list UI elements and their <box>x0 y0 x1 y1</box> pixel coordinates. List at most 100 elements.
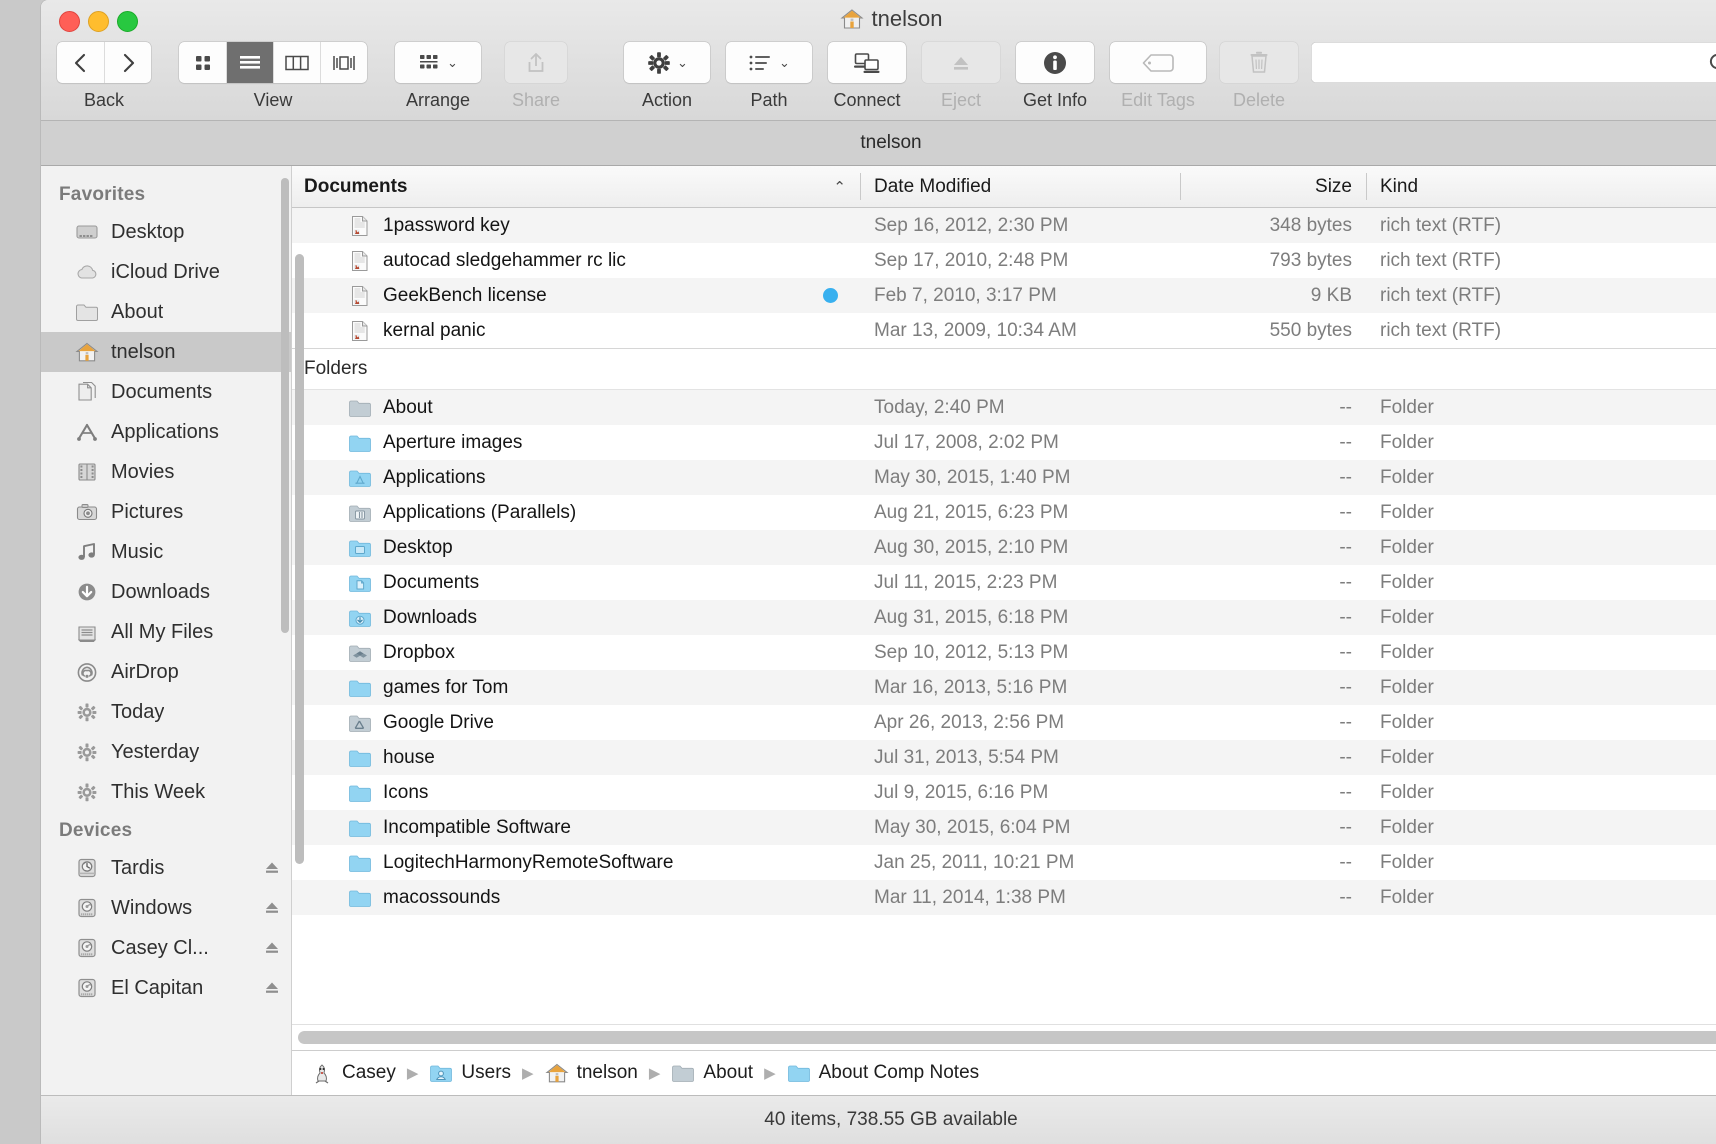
table-row[interactable]: Desktop Aug 30, 2015, 2:10 PM -- Folder <box>292 530 1716 565</box>
breadcrumb-users[interactable]: Users <box>429 1062 511 1084</box>
get-info-button[interactable] <box>1016 42 1094 83</box>
column-header-name[interactable]: Documents ⌃ <box>292 166 860 207</box>
file-name-cell: Incompatible Software <box>292 817 860 839</box>
rtf-file-icon <box>348 285 372 307</box>
share-group: Share <box>505 42 567 111</box>
file-list-vertical-scrollbar[interactable] <box>295 254 304 864</box>
table-row[interactable]: Applications (Parallels) Aug 21, 2015, 6:… <box>292 495 1716 530</box>
sidebar-item-windows[interactable]: Windows <box>41 888 291 928</box>
coverflow-view-button[interactable] <box>320 42 367 83</box>
table-row[interactable]: macossounds Mar 11, 2014, 1:38 PM -- Folder <box>292 880 1716 915</box>
sidebar-item-casey-cl[interactable]: Casey Cl... <box>41 928 291 968</box>
column-header-size[interactable]: Size <box>1180 166 1366 207</box>
table-row[interactable]: Icons Jul 9, 2015, 6:16 PM -- Folder <box>292 775 1716 810</box>
eject-icon[interactable] <box>263 939 281 957</box>
size-cell: -- <box>1339 851 1352 873</box>
sidebar-item-downloads[interactable]: Downloads <box>41 572 291 612</box>
getinfo-label: Get Info <box>1022 90 1088 110</box>
breadcrumb-casey[interactable]: Casey <box>310 1062 396 1084</box>
view-mode-segment[interactable] <box>179 42 367 83</box>
tag-icon <box>1141 52 1175 74</box>
eject-icon[interactable] <box>263 899 281 917</box>
date-modified-cell: Mar 11, 2014, 1:38 PM <box>874 886 1066 908</box>
table-row[interactable]: Aperture images Jul 17, 2008, 2:02 PM -- Fo… <box>292 425 1716 460</box>
breadcrumb-label: About Comp Notes <box>818 1062 980 1083</box>
table-row[interactable]: About Today, 2:40 PM -- Folder <box>292 390 1716 425</box>
file-list-panel: Documents ⌃ Date Modified Size Kind 1pas… <box>292 166 1716 1095</box>
table-row[interactable]: autocad sledgehammer rc lic Sep 17, 2010,… <box>292 243 1716 278</box>
table-row[interactable]: Dropbox Sep 10, 2012, 5:13 PM -- Folder <box>292 635 1716 670</box>
table-row[interactable]: Documents Jul 11, 2015, 2:23 PM -- Folder <box>292 565 1716 600</box>
path-button[interactable]: ⌄ <box>726 42 812 83</box>
table-row[interactable]: 1password key Sep 16, 2012, 2:30 PM 348 by… <box>292 208 1716 243</box>
delete-button[interactable] <box>1220 42 1298 83</box>
table-row[interactable]: Incompatible Software May 30, 2015, 6:04 … <box>292 810 1716 845</box>
file-list-scroll-area[interactable]: 1password key Sep 16, 2012, 2:30 PM 348 by… <box>292 208 1716 1024</box>
breadcrumb-tnelson[interactable]: tnelson <box>545 1062 638 1084</box>
file-list-horizontal-scrollbar[interactable] <box>298 1031 1716 1044</box>
table-row[interactable]: Applications May 30, 2015, 1:40 PM -- Folde… <box>292 460 1716 495</box>
breadcrumb-about[interactable]: About <box>671 1062 753 1084</box>
connect-button[interactable] <box>828 42 906 83</box>
list-view-button[interactable] <box>226 42 273 83</box>
folder-gray-icon <box>348 397 372 419</box>
search-field[interactable] <box>1311 42 1716 83</box>
sidebar-item-today[interactable]: Today <box>41 692 291 732</box>
table-row[interactable]: kernal panic Mar 13, 2009, 10:34 AM 550 by… <box>292 313 1716 348</box>
column-header-kind[interactable]: Kind <box>1366 166 1716 207</box>
file-name-text: 1password key <box>383 214 510 236</box>
eject-icon[interactable] <box>263 979 281 997</box>
column-view-button[interactable] <box>273 42 320 83</box>
breadcrumb-label: Casey <box>342 1062 396 1083</box>
sidebar-item-music[interactable]: Music <box>41 532 291 572</box>
arrange-button[interactable]: ⌄ <box>395 42 481 83</box>
icon-view-button[interactable] <box>179 42 226 83</box>
table-row[interactable]: games for Tom Mar 16, 2013, 5:16 PM -- Fold… <box>292 670 1716 705</box>
action-button[interactable]: ⌄ <box>624 42 710 83</box>
date-modified-cell: Aug 21, 2015, 6:23 PM <box>874 501 1069 523</box>
sidebar-item-pictures[interactable]: Pictures <box>41 492 291 532</box>
sidebar-item-this-week[interactable]: This Week <box>41 772 291 812</box>
sidebar-item-tnelson[interactable]: tnelson <box>41 332 291 372</box>
table-row[interactable]: Downloads Aug 31, 2015, 6:18 PM -- Folder <box>292 600 1716 635</box>
eject-icon[interactable] <box>263 859 281 877</box>
table-row[interactable]: house Jul 31, 2013, 5:54 PM -- Folder <box>292 740 1716 775</box>
sidebar-item-documents[interactable]: Documents <box>41 372 291 412</box>
sidebar-item-desktop[interactable]: Desktop <box>41 212 291 252</box>
sidebar-item-icloud-drive[interactable]: iCloud Drive <box>41 252 291 292</box>
sidebar-item-airdrop[interactable]: AirDrop <box>41 652 291 692</box>
sidebar-item-yesterday[interactable]: Yesterday <box>41 732 291 772</box>
size-cell: -- <box>1339 431 1352 453</box>
search-input[interactable] <box>1381 52 1701 73</box>
table-row[interactable]: Google Drive Apr 26, 2013, 2:56 PM -- Folde… <box>292 705 1716 740</box>
table-row[interactable]: GeekBench license Feb 7, 2010, 3:17 PM 9 K… <box>292 278 1716 313</box>
sidebar-item-movies[interactable]: Movies <box>41 452 291 492</box>
share-button[interactable] <box>505 42 567 83</box>
back-forward-segment[interactable] <box>57 42 151 83</box>
sidebar-item-label: Downloads <box>111 580 210 603</box>
arrange-label: Arrange <box>405 90 471 110</box>
kind-cell: rich text (RTF) <box>1380 249 1502 271</box>
sidebar-item-el-capitan[interactable]: El Capitan <box>41 968 291 1008</box>
sidebar-scrollbar[interactable] <box>281 178 289 633</box>
forward-button[interactable] <box>104 42 151 83</box>
file-list-horizontal-scroll-track[interactable] <box>292 1024 1716 1050</box>
sidebar-item-applications[interactable]: Applications <box>41 412 291 452</box>
folder-icon <box>348 782 372 804</box>
column-header-date[interactable]: Date Modified <box>860 166 1180 207</box>
info-icon <box>1041 49 1069 77</box>
file-name-cell: Applications (Parallels) <box>292 502 860 524</box>
back-button[interactable] <box>57 42 104 83</box>
edit-tags-button[interactable] <box>1110 42 1206 83</box>
sidebar-item-tardis[interactable]: Tardis <box>41 848 291 888</box>
breadcrumb-about-comp-notes[interactable]: About Comp Notes <box>787 1062 980 1084</box>
date-modified-cell: Aug 31, 2015, 6:18 PM <box>874 606 1069 628</box>
table-row[interactable]: LogitechHarmonyRemoteSoftware Jan 25, 201… <box>292 845 1716 880</box>
kind-cell: Folder <box>1380 851 1434 873</box>
folder-icon <box>348 852 372 874</box>
sidebar-item-all-my-files[interactable]: All My Files <box>41 612 291 652</box>
file-name-text: Applications (Parallels) <box>383 501 577 523</box>
sidebar-item-about[interactable]: About <box>41 292 291 332</box>
desktop-background: tnelson Back View ⌄ Arrange Share ⌄ Acti… <box>0 0 1716 1144</box>
eject-button[interactable] <box>922 42 1000 83</box>
